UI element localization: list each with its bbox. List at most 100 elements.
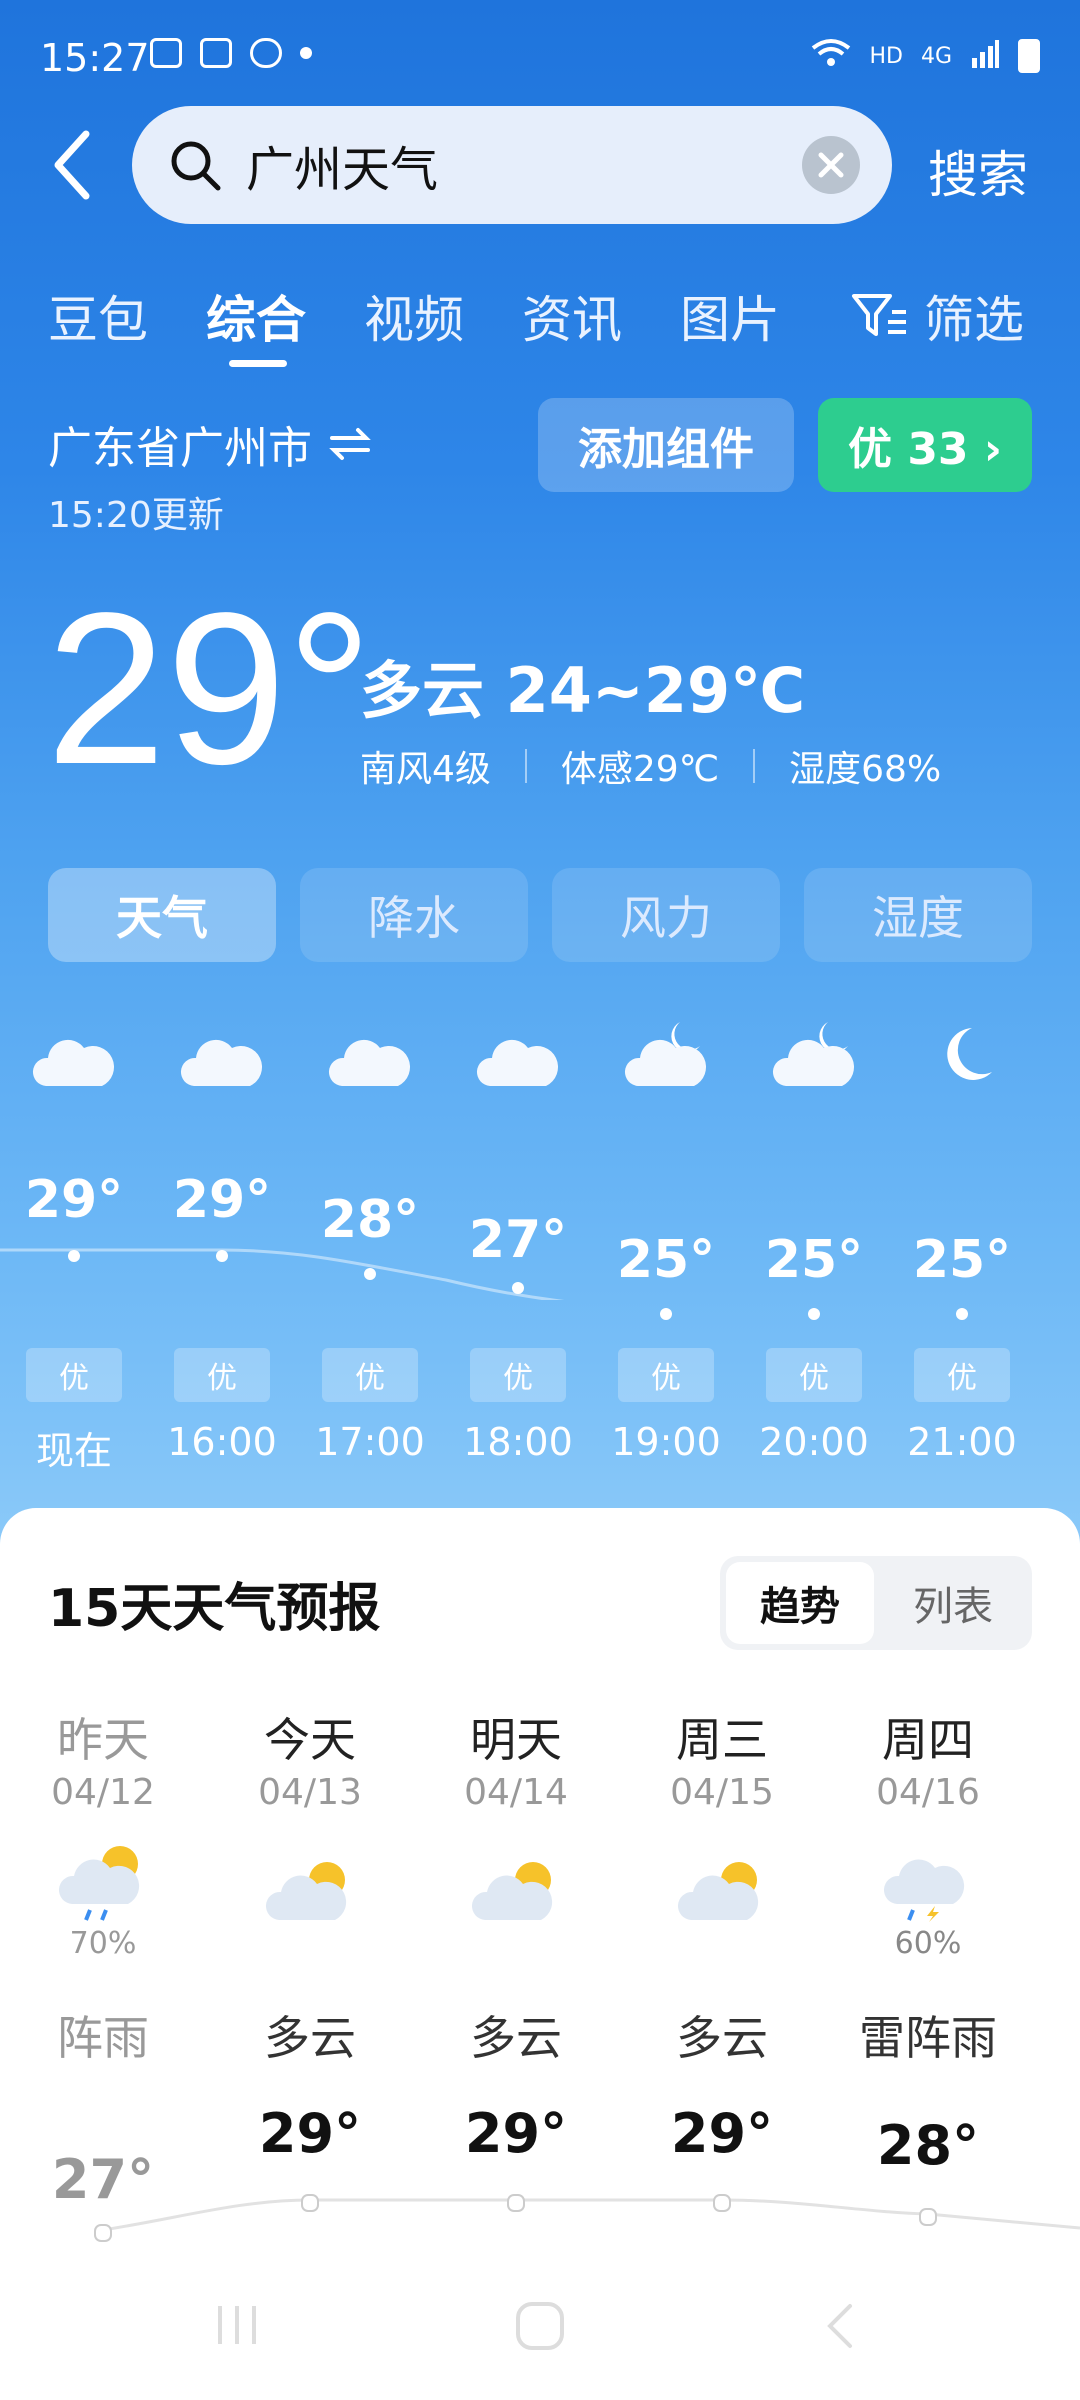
more-notifications-icon xyxy=(300,47,312,59)
partly-cloudy-icon xyxy=(677,1862,759,1920)
divider xyxy=(753,749,756,783)
hourly-temp: 27° xyxy=(468,1210,568,1270)
battery-icon xyxy=(1018,39,1040,73)
search-tabs: 豆包 综合 视频 资讯 图片 筛选 xyxy=(0,270,1080,380)
partly-cloudy-icon xyxy=(265,1862,347,1920)
notification-icon xyxy=(200,38,232,68)
day-high-temp: 29° xyxy=(258,2102,362,2165)
home-icon[interactable] xyxy=(512,2298,568,2358)
precip-chance: 70% xyxy=(69,1926,137,1961)
partly-cloudy-icon xyxy=(471,1862,553,1920)
aqi-button[interactable]: 优 33 › xyxy=(818,398,1032,492)
notification-icon xyxy=(250,38,282,68)
tab-general[interactable]: 综合 xyxy=(206,280,306,352)
metric-tab-precip[interactable]: 降水 xyxy=(300,868,528,962)
hourly-aqi-badge: 优 xyxy=(470,1348,566,1402)
cloudy-icon xyxy=(476,1039,559,1086)
day-temp-dot xyxy=(713,2194,731,2212)
recent-apps-icon[interactable] xyxy=(212,2300,262,2354)
day-name: 今天 xyxy=(264,1713,356,1767)
divider xyxy=(524,749,527,783)
day-condition: 多云 xyxy=(676,2011,768,2065)
back-button[interactable] xyxy=(40,120,120,210)
trend-toggle[interactable]: 趋势 xyxy=(726,1562,874,1644)
tab-images[interactable]: 图片 xyxy=(680,280,780,352)
current-temperature: 29° xyxy=(46,567,373,809)
hourly-time: 19:00 xyxy=(611,1420,721,1464)
hourly-aqi-badge: 优 xyxy=(174,1348,270,1402)
status-system-icons: HD 4G xyxy=(811,38,1040,74)
filter-icon xyxy=(850,290,910,342)
metric-tab-wind[interactable]: 风力 xyxy=(552,868,780,962)
status-notification-icons xyxy=(150,38,312,68)
switch-location-icon xyxy=(328,424,372,464)
day-date: 04/15 xyxy=(670,1772,774,1813)
list-toggle[interactable]: 列表 xyxy=(880,1562,1026,1644)
metric-tab-humidity[interactable]: 湿度 xyxy=(804,868,1032,962)
search-box[interactable]: 广州天气 xyxy=(132,106,892,224)
weather-details: 南风4级 体感29℃ 湿度68% xyxy=(360,740,941,792)
hourly-temp: 28° xyxy=(320,1190,420,1250)
hourly-aqi-badge: 优 xyxy=(914,1348,1010,1402)
forecast-title: 15天天气预报 xyxy=(48,1579,381,1639)
wind-info: 南风4级 xyxy=(360,749,491,790)
tab-doubao[interactable]: 豆包 xyxy=(48,280,148,352)
thunder-icon xyxy=(883,1859,965,1922)
cloudy-icon xyxy=(32,1039,115,1086)
clear-search-button[interactable] xyxy=(802,136,860,194)
hourly-temp: 29° xyxy=(24,1170,124,1230)
day-temp-dot xyxy=(301,2194,319,2212)
day-name: 明天 xyxy=(470,1713,562,1767)
update-time: 15:20更新 xyxy=(48,495,224,536)
add-widget-button[interactable]: 添加组件 xyxy=(538,398,794,492)
current-condition: 多云 24~29℃ xyxy=(360,654,806,727)
moon-icon xyxy=(947,1028,992,1080)
hourly-time: 现在 xyxy=(35,1429,112,1473)
cloudy-icon xyxy=(180,1039,263,1086)
wifi-icon xyxy=(811,38,851,74)
cloudy-night-icon xyxy=(624,1022,707,1086)
day-temp-dot xyxy=(94,2224,112,2242)
day-name: 周三 xyxy=(676,1713,768,1767)
location-name[interactable]: 广东省广州市 xyxy=(48,412,372,476)
hourly-temp: 25° xyxy=(912,1230,1012,1290)
search-button[interactable]: 搜索 xyxy=(928,135,1028,207)
back-nav-icon[interactable] xyxy=(820,2300,860,2356)
tab-filter-label: 筛选 xyxy=(924,291,1024,349)
hourly-temp: 25° xyxy=(616,1230,716,1290)
hourly-temp-dot xyxy=(808,1308,820,1320)
hourly-temp: 29° xyxy=(172,1170,272,1230)
search-icon xyxy=(168,138,222,192)
cloudy-night-icon xyxy=(772,1022,855,1086)
day-name: 昨天 xyxy=(57,1713,149,1767)
precip-chance: 60% xyxy=(894,1926,962,1961)
day-high-temp: 29° xyxy=(670,2102,774,2165)
day-name: 周四 xyxy=(882,1713,974,1767)
hourly-time: 17:00 xyxy=(315,1420,425,1464)
signal-label: 4G xyxy=(920,43,952,69)
location-label: 广东省广州市 xyxy=(48,423,312,474)
hourly-temp-dot xyxy=(216,1250,228,1262)
hourly-temp-dot xyxy=(512,1282,524,1294)
rain-icon xyxy=(58,1846,140,1921)
humidity: 湿度68% xyxy=(789,749,942,790)
hourly-temp-dot xyxy=(364,1268,376,1280)
cloudy-icon xyxy=(328,1039,411,1086)
hourly-time: 21:00 xyxy=(907,1420,1017,1464)
metric-tab-weather[interactable]: 天气 xyxy=(48,868,276,962)
day-condition: 多云 xyxy=(264,2011,356,2065)
hourly-aqi-badge: 优 xyxy=(322,1348,418,1402)
search-input[interactable]: 广州天气 xyxy=(246,130,438,200)
day-high-temp: 28° xyxy=(876,2114,980,2177)
hourly-time: 16:00 xyxy=(167,1420,277,1464)
tab-video[interactable]: 视频 xyxy=(364,280,464,352)
day-date: 04/12 xyxy=(51,1772,155,1813)
tab-news[interactable]: 资讯 xyxy=(522,280,622,352)
status-time: 15:27 xyxy=(40,36,150,80)
hourly-temp: 25° xyxy=(764,1230,864,1290)
view-toggle[interactable]: 趋势 列表 xyxy=(720,1556,1032,1650)
hourly-time: 20:00 xyxy=(759,1420,869,1464)
tab-filter[interactable]: 筛选 xyxy=(850,280,1024,352)
network-label: HD xyxy=(869,43,903,69)
hourly-temp-dot xyxy=(956,1308,968,1320)
